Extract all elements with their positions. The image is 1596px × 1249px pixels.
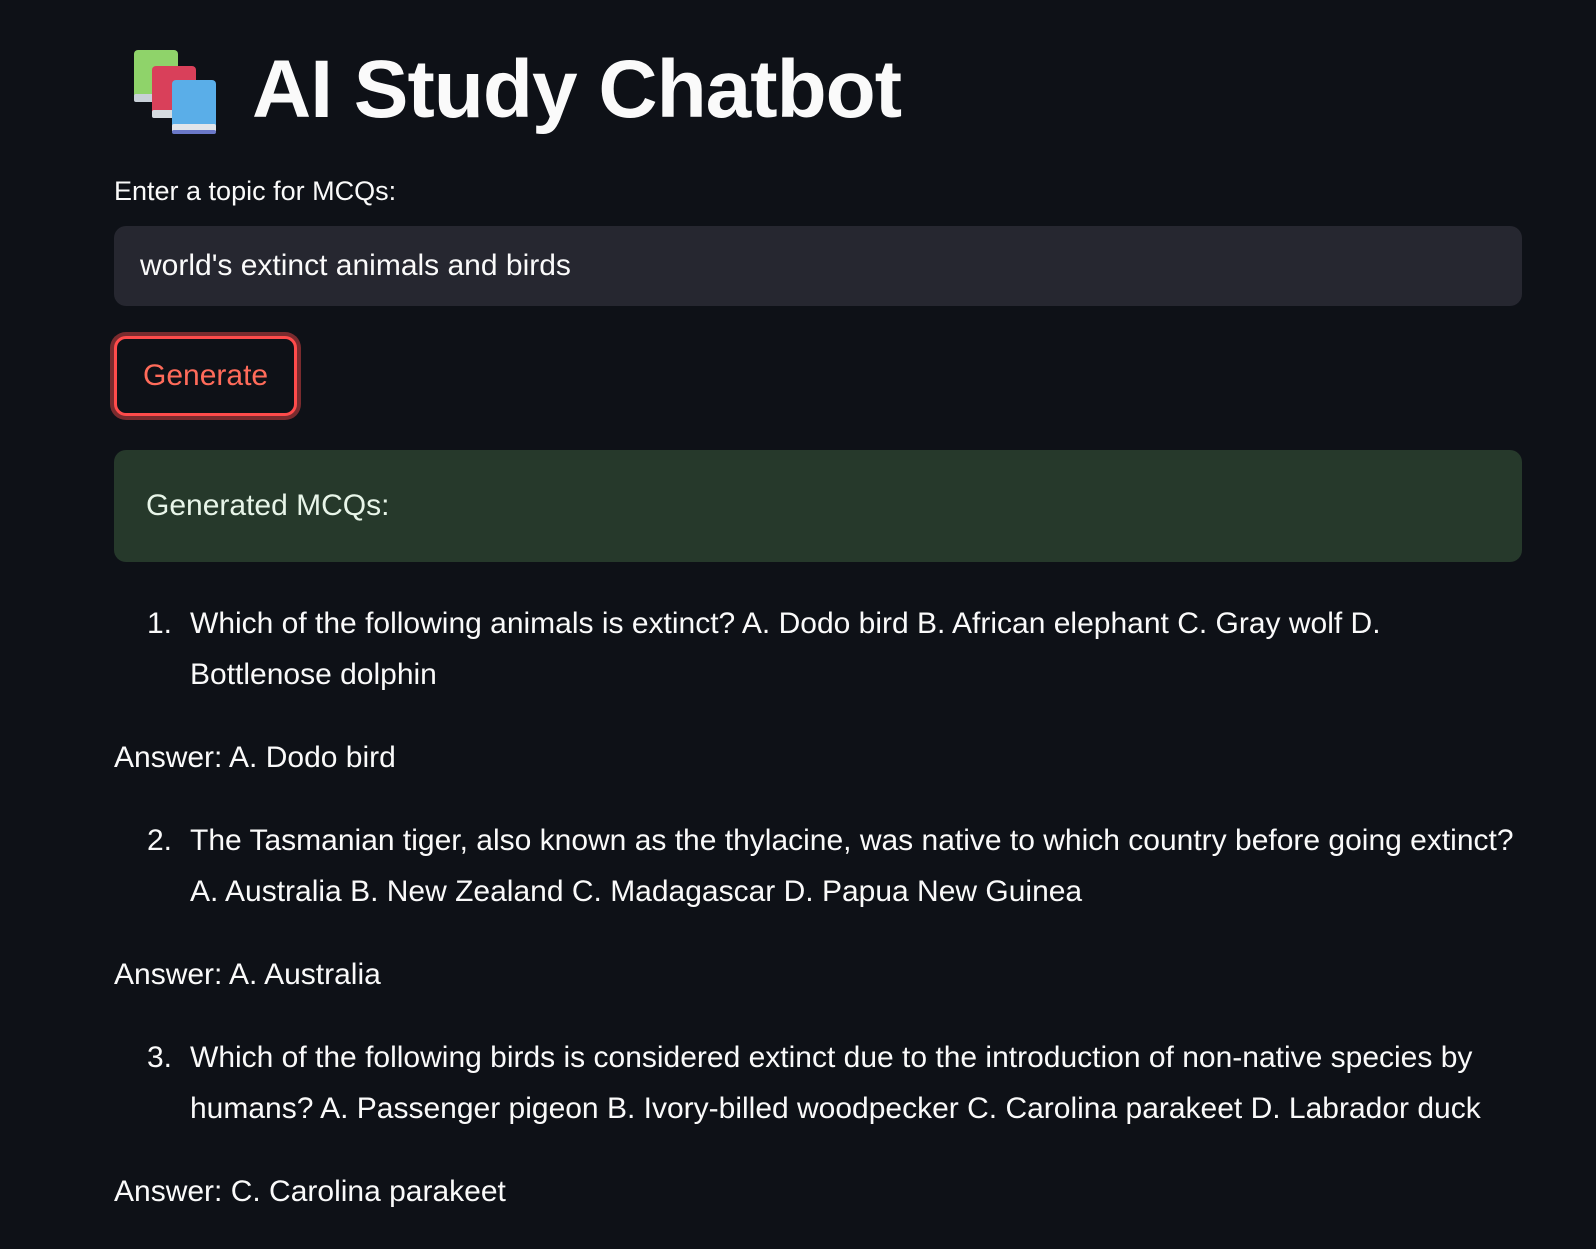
question-number: 2.: [146, 824, 172, 857]
question-number: 3.: [146, 1041, 172, 1074]
answer-text: Answer: A. Australia: [114, 958, 381, 991]
title-row: AI Study Chatbot: [130, 40, 902, 140]
list-item: 1. Which of the following animals is ext…: [114, 598, 1522, 700]
list-item: 3. Which of the following birds is consi…: [114, 1032, 1522, 1134]
question-text: The Tasmanian tiger, also known as the t…: [190, 824, 1514, 908]
topic-input[interactable]: [114, 226, 1522, 306]
question-number: 1.: [146, 607, 172, 640]
mcq-list: 1. Which of the following animals is ext…: [114, 598, 1522, 1249]
generate-button[interactable]: Generate: [114, 336, 298, 416]
topic-input-label: Enter a topic for MCQs:: [114, 176, 397, 206]
answer-text: Answer: A. Dodo bird: [114, 741, 396, 774]
question-text: Which of the following birds is consider…: [190, 1041, 1481, 1125]
list-item: 2. The Tasmanian tiger, also known as th…: [114, 815, 1522, 917]
success-banner-text: Generated MCQs:: [146, 489, 390, 522]
books-icon: [134, 50, 216, 134]
answer-text: Answer: C. Carolina parakeet: [114, 1175, 506, 1208]
question-text: Which of the following animals is extinc…: [190, 607, 1381, 691]
success-banner: Generated MCQs:: [114, 450, 1522, 562]
page-title: AI Study Chatbot: [252, 44, 902, 135]
